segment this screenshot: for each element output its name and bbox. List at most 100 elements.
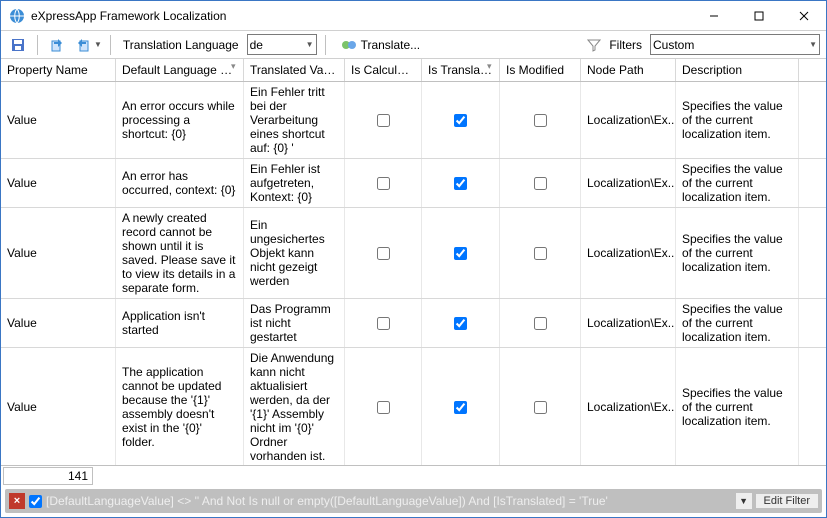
cell: Ein Fehler tritt bei der Verarbeitung ei… [244,82,345,158]
cell[interactable] [500,299,581,347]
funnel-icon [587,38,601,52]
statusbar: 141 [1,465,826,485]
row-count: 141 [3,467,93,485]
checkbox[interactable] [534,114,547,127]
cell: Specifies the value of the current local… [676,299,799,347]
col-header-modified[interactable]: Is Modified [500,59,581,81]
import-dropdown-icon[interactable]: ▼ [94,40,102,49]
cell: Application isn't started [116,299,244,347]
filter-icon[interactable]: ▾ [231,61,241,71]
filter-icon[interactable]: ▾ [487,61,497,71]
save-icon[interactable] [7,34,29,56]
cell: An error occurs while processing a short… [116,82,244,158]
filter-panel: × [DefaultLanguageValue] <> '' And Not I… [5,489,822,513]
col-header-nodepath[interactable]: Node Path [581,59,676,81]
table-row[interactable]: ValueAn error has occurred, context: {0}… [1,159,826,208]
cell: Value [1,208,116,298]
cell[interactable] [345,348,422,465]
cell: The application cannot be updated becaus… [116,348,244,465]
chevron-down-icon: ▼ [306,40,314,49]
col-header-istranslated[interactable]: Is Translated▾ [422,59,500,81]
checkbox[interactable] [377,317,390,330]
cell: Specifies the value of the current local… [676,348,799,465]
export-icon[interactable] [46,34,68,56]
cell: Localization\Ex... [581,159,676,207]
cell: A newly created record cannot be shown u… [116,208,244,298]
import-icon[interactable] [72,34,94,56]
col-header-calculated[interactable]: Is Calculated [345,59,422,81]
checkbox[interactable] [454,114,467,127]
checkbox[interactable] [534,177,547,190]
col-header-translated[interactable]: Translated Value [244,59,345,81]
cell[interactable] [422,208,500,298]
checkbox[interactable] [377,177,390,190]
separator [325,35,326,55]
cell[interactable] [500,348,581,465]
checkbox[interactable] [534,247,547,260]
cell[interactable] [500,208,581,298]
col-header-default[interactable]: Default Language Value▾ [116,59,244,81]
cell: An error has occurred, context: {0} [116,159,244,207]
separator [37,35,38,55]
checkbox[interactable] [534,317,547,330]
filter-dropdown-icon[interactable]: ▼ [736,493,752,509]
cell: Die Anwendung kann nicht aktualisiert we… [244,348,345,465]
toolbar: ▼ Translation Language de ▼ Translate...… [1,31,826,59]
cell: Specifies the value of the current local… [676,82,799,158]
checkbox[interactable] [377,114,390,127]
minimize-button[interactable] [691,1,736,30]
titlebar: eXpressApp Framework Localization [1,1,826,31]
table-row[interactable]: ValueA newly created record cannot be sh… [1,208,826,299]
translate-button[interactable]: Translate... [334,34,428,56]
grid-header: Property Name Default Language Value▾ Tr… [1,59,826,82]
cell: Localization\Ex... [581,299,676,347]
col-header-description[interactable]: Description [676,59,799,81]
cell[interactable] [500,82,581,158]
cell: Value [1,299,116,347]
table-row[interactable]: ValueThe application cannot be updated b… [1,348,826,465]
cell[interactable] [422,159,500,207]
filters-select[interactable]: Custom ▼ [650,34,820,55]
checkbox[interactable] [454,247,467,260]
language-value: de [250,38,263,52]
cell[interactable] [345,208,422,298]
close-button[interactable] [781,1,826,30]
table-row[interactable]: ValueAn error occurs while processing a … [1,82,826,159]
cell: Value [1,159,116,207]
checkbox[interactable] [454,401,467,414]
col-header-property[interactable]: Property Name [1,59,116,81]
cell[interactable] [422,348,500,465]
translate-label: Translate... [361,38,421,52]
checkbox[interactable] [534,401,547,414]
cell[interactable] [345,159,422,207]
cell: Specifies the value of the current local… [676,159,799,207]
filter-expression[interactable]: [DefaultLanguageValue] <> '' And Not Is … [46,494,732,508]
filter-enabled-checkbox[interactable] [29,495,42,508]
filters-label: Filters [605,38,646,52]
cell: Localization\Ex... [581,208,676,298]
language-select[interactable]: de ▼ [247,34,317,55]
separator [110,35,111,55]
cell[interactable] [500,159,581,207]
maximize-button[interactable] [736,1,781,30]
cell[interactable] [345,299,422,347]
table-row[interactable]: ValueApplication isn't startedDas Progra… [1,299,826,348]
edit-filter-button[interactable]: Edit Filter [756,494,818,508]
checkbox[interactable] [377,401,390,414]
grid-body[interactable]: ValueAn error occurs while processing a … [1,82,826,465]
checkbox[interactable] [377,247,390,260]
grid: Property Name Default Language Value▾ Tr… [1,59,826,465]
cell[interactable] [345,82,422,158]
filters-value: Custom [653,38,694,52]
cell: Value [1,348,116,465]
cell[interactable] [422,82,500,158]
window-title: eXpressApp Framework Localization [31,9,691,23]
checkbox[interactable] [454,317,467,330]
chevron-down-icon: ▼ [809,40,817,49]
cell: Localization\Ex... [581,82,676,158]
translate-icon [341,37,357,53]
globe-icon [9,8,25,24]
checkbox[interactable] [454,177,467,190]
cell[interactable] [422,299,500,347]
filter-close-button[interactable]: × [9,493,25,509]
